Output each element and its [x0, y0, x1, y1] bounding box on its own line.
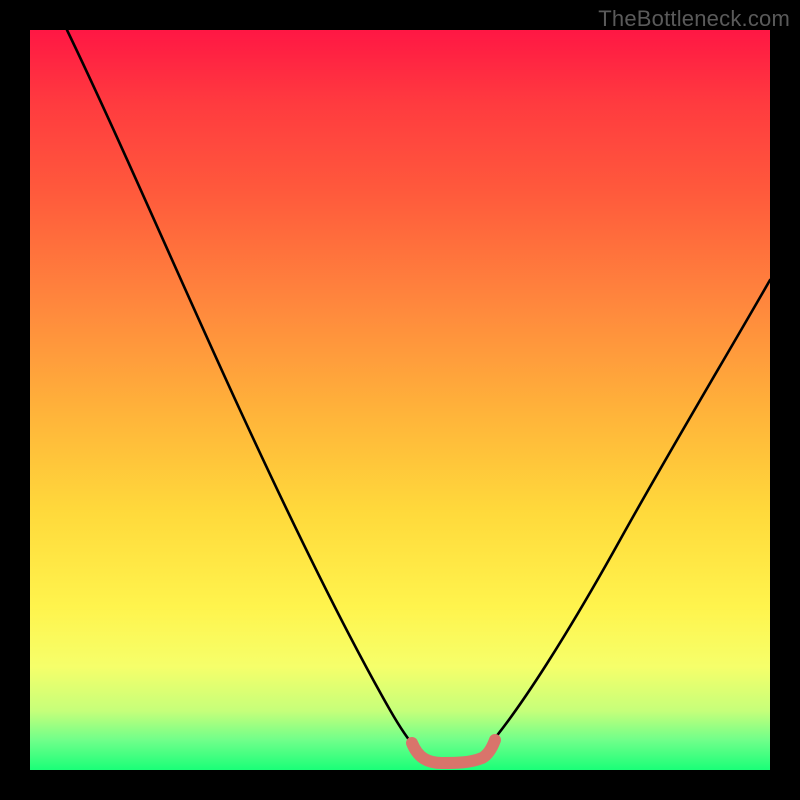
- bottleneck-curve: [67, 30, 770, 766]
- curve-layer: [30, 30, 770, 770]
- watermark-text: TheBottleneck.com: [598, 6, 790, 32]
- chart-frame: TheBottleneck.com: [0, 0, 800, 800]
- plot-area: [30, 30, 770, 770]
- optimal-zone-marker: [412, 740, 495, 763]
